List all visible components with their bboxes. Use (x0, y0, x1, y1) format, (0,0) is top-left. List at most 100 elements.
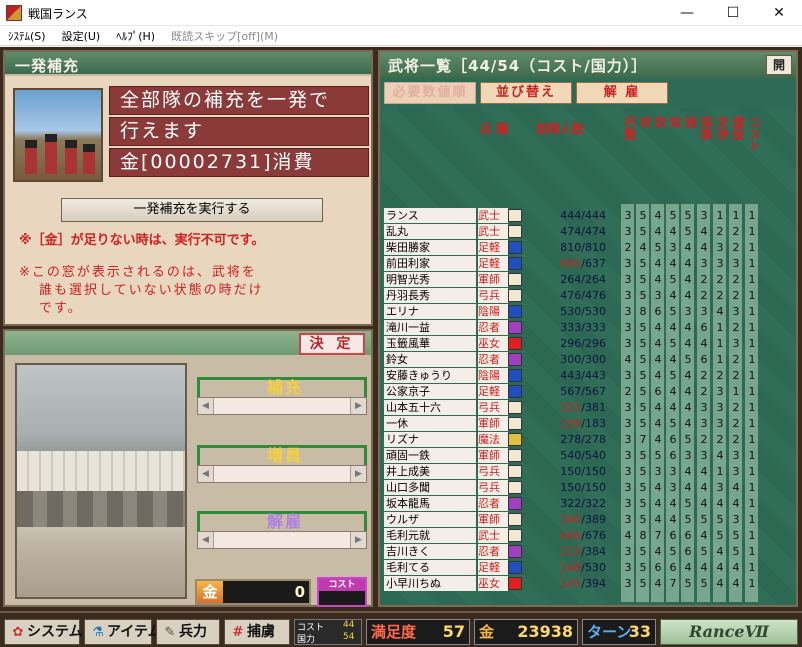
stat-value: 6 (669, 449, 677, 462)
unit-type: 巫女 (478, 576, 508, 591)
stat-value: 4 (669, 353, 677, 366)
roster-row[interactable]: 吉川きく 忍者 213/384 3 5 4 5 6 5 4 5 1 (382, 544, 796, 559)
stat-value: 3 (624, 561, 632, 574)
roster-row[interactable]: 頑固一鉄 軍師 540/540 3 5 5 6 3 3 4 3 1 (382, 448, 796, 463)
commander-name: 井上成美 (384, 464, 476, 479)
minimize-button[interactable]: — (664, 0, 710, 26)
stat-value: 1 (748, 577, 756, 590)
stat-value: 2 (732, 225, 740, 238)
roster-row[interactable]: リズナ 魔法 278/278 3 7 4 6 5 2 2 2 1 (382, 432, 796, 447)
roster-row[interactable]: 明智光秀 軍師 264/264 3 5 4 5 4 2 2 2 1 (382, 272, 796, 287)
roster-row[interactable]: 鈴女 忍者 300/300 4 5 4 4 5 6 1 2 1 (382, 352, 796, 367)
roster-row[interactable]: 毛利元就 武士 666/676 4 8 7 6 6 4 5 5 1 (382, 528, 796, 543)
close-button[interactable]: ✕ (756, 0, 802, 26)
roster-row[interactable]: 一休 軍師 109/183 3 5 4 5 4 3 3 2 1 (382, 416, 796, 431)
gold-total-label: 金 (479, 623, 495, 641)
roster-row[interactable]: 柴田勝家 足軽 810/810 2 4 5 3 4 4 3 2 1 (382, 240, 796, 255)
roster-row[interactable]: 滝川一益 忍者 333/333 3 5 4 4 4 6 1 2 1 (382, 320, 796, 335)
troop-count: 540/540 (526, 448, 606, 463)
troop-current: 530 (560, 305, 582, 318)
roster-row[interactable]: エリナ 陰陽 530/530 3 8 6 5 3 3 4 3 1 (382, 304, 796, 319)
commander-name: 毛利てる (384, 560, 476, 575)
roster-row[interactable]: 丹羽長秀 弓兵 476/476 3 5 3 4 4 2 2 2 1 (382, 288, 796, 303)
system-button[interactable]: ✿ システム (4, 619, 83, 645)
dismiss-button[interactable]: 解 雇 (576, 82, 668, 104)
commander-portrait (13, 88, 103, 182)
capture-button[interactable]: # 捕虜 (224, 619, 290, 645)
stat-value: 1 (748, 433, 756, 446)
roster-row[interactable]: 山口多聞 弓兵 150/150 3 5 4 3 4 4 3 4 1 (382, 480, 796, 495)
slider-right-arrow-icon[interactable]: ▶ (350, 398, 366, 414)
roster-row[interactable]: 前田利家 足軽 600/637 3 5 4 4 4 3 3 3 1 (382, 256, 796, 271)
menu-skip-read[interactable]: 既読スキップ[off](M) (163, 28, 286, 44)
roster-row[interactable]: 山本五十六 弓兵 351/381 3 5 4 4 4 3 3 2 1 (382, 400, 796, 415)
increase-slider[interactable]: ◀ ▶ (197, 465, 367, 483)
roster-row[interactable]: 井上成美 弓兵 150/150 3 5 3 3 4 4 1 3 1 (382, 464, 796, 479)
slider-right-arrow-icon[interactable]: ▶ (350, 466, 366, 482)
menu-settings[interactable]: 設定(U) (54, 28, 109, 44)
roster-column-headers: 兵 種 部隊人数 行動攻防知速採索 交渉 建設 コスト (382, 108, 796, 204)
stat-value: 5 (639, 321, 647, 334)
slider-right-arrow-icon[interactable]: ▶ (350, 532, 366, 548)
troops-button[interactable]: ✎ 兵力 (156, 619, 220, 645)
roster-row[interactable]: 小早川ちぬ 巫女 145/394 3 5 4 7 5 5 4 4 1 (382, 576, 796, 591)
commander-name: 公家京子 (384, 384, 476, 399)
menu-help[interactable]: ﾍﾙﾌﾟ(H) (108, 28, 163, 44)
stat-value: 5 (700, 577, 708, 590)
stat-value: 5 (654, 449, 662, 462)
refill-panel-header: 一発補充 (5, 52, 371, 76)
roster-row[interactable]: 坂本龍馬 忍者 322/322 3 5 4 4 5 4 4 4 1 (382, 496, 796, 511)
stat-value: 5 (669, 545, 677, 558)
roster-row[interactable]: 公家京子 足軽 567/567 2 5 6 4 4 2 3 1 1 (382, 384, 796, 399)
menu-system[interactable]: ｼｽﾃﾑ(S) (0, 28, 54, 44)
stat-value: 4 (654, 577, 662, 590)
slider-left-arrow-icon[interactable]: ◀ (198, 398, 214, 414)
stat-value: 1 (716, 337, 724, 350)
stat-value: 5 (684, 497, 692, 510)
roster-row[interactable]: ウルザ 軍師 340/389 3 5 4 4 5 5 5 3 1 (382, 512, 796, 527)
turn-box: ターン 33 (582, 619, 656, 645)
refill-slider[interactable]: ◀ ▶ (197, 397, 367, 415)
maximize-button[interactable]: ☐ (710, 0, 756, 26)
troop-count: 476/476 (526, 288, 606, 303)
stat-value: 5 (639, 497, 647, 510)
unit-type: 陰陽 (478, 304, 508, 319)
stat-value: 5 (716, 513, 724, 526)
roster-row[interactable]: 玉籤風華 巫女 296/296 3 5 4 5 4 4 1 3 1 (382, 336, 796, 351)
stat-value: 4 (669, 385, 677, 398)
refill-info-line-3: 金[00002731]消費 (109, 148, 369, 177)
unit-type-icon (508, 385, 522, 398)
stat-value: 2 (700, 433, 708, 446)
stat-value: 4 (684, 337, 692, 350)
stat-value: 5 (716, 529, 724, 542)
stat-value: 2 (716, 273, 724, 286)
roster-row[interactable]: 毛利てる 足軽 168/530 3 5 6 6 4 4 4 4 1 (382, 560, 796, 575)
unit-type-icon (508, 321, 522, 334)
reorder-button[interactable]: 並び替え (480, 82, 572, 104)
stat-value: 1 (716, 465, 724, 478)
item-button[interactable]: ⚗ アイテム (84, 619, 162, 645)
cost-stat-value: 44 (343, 620, 355, 630)
dismiss-slider[interactable]: ◀ ▶ (197, 531, 367, 549)
stat-value: 5 (654, 241, 662, 254)
stat-value: 3 (700, 305, 708, 318)
decide-button[interactable]: 決 定 (299, 333, 365, 355)
stat-value: 3 (624, 305, 632, 318)
stat-value: 3 (669, 465, 677, 478)
troop-count: 278/278 (526, 432, 606, 447)
roster-row[interactable]: 乱丸 武士 474/474 3 5 4 4 5 4 2 2 1 (382, 224, 796, 239)
stat-value: 4 (716, 545, 724, 558)
stat-value: 4 (684, 273, 692, 286)
open-button[interactable]: 開 (766, 55, 792, 75)
roster-row[interactable]: ランス 武士 444/444 3 5 4 5 5 3 1 1 1 (382, 208, 796, 223)
stat-value: 1 (732, 385, 740, 398)
stat-value: 6 (700, 353, 708, 366)
roster-row[interactable]: 安藤きゅうり 陰陽 443/443 3 5 4 5 4 2 2 2 1 (382, 368, 796, 383)
unit-type: 弓兵 (478, 400, 508, 415)
execute-refill-button[interactable]: 一発補充を実行する (61, 198, 323, 222)
sort-required-button[interactable]: 必要数値順 (384, 82, 476, 104)
slider-left-arrow-icon[interactable]: ◀ (198, 532, 214, 548)
stat-value: 1 (748, 529, 756, 542)
slider-left-arrow-icon[interactable]: ◀ (198, 466, 214, 482)
stat-value: 1 (748, 417, 756, 430)
